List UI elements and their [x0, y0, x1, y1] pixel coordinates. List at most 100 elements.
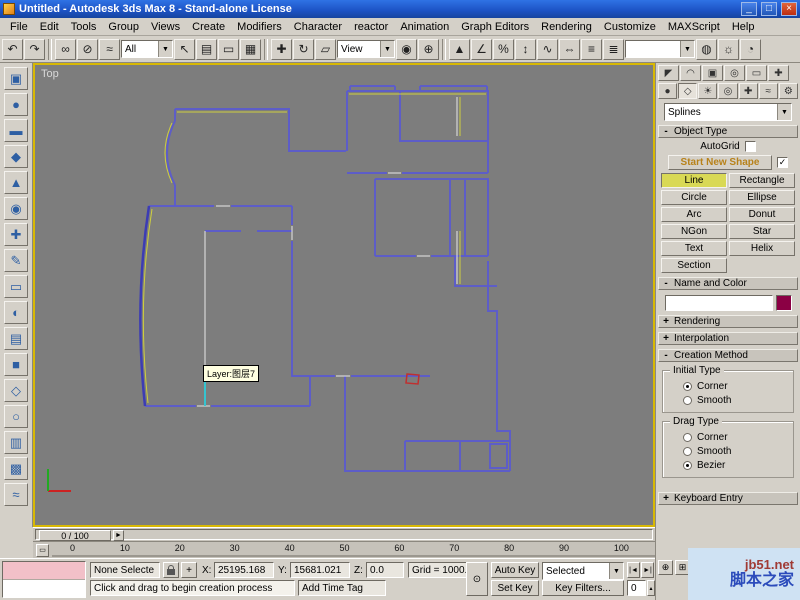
tab-hierarchy[interactable]: ▣	[702, 65, 723, 81]
scale-button[interactable]: ▱	[315, 39, 336, 60]
maximize-button[interactable]: □	[761, 2, 777, 16]
menu-rendering[interactable]: Rendering	[535, 20, 598, 34]
select-by-name-button[interactable]: ▤	[196, 39, 217, 60]
layer-manager-button[interactable]: ≣	[603, 39, 624, 60]
zoom-button[interactable]: ⊕	[658, 560, 673, 575]
key-filters-button[interactable]: Key Filters...	[542, 580, 624, 596]
left-tool-button-16[interactable]: ▩	[4, 457, 28, 480]
material-editor-button[interactable]: ◍	[696, 39, 717, 60]
dropdown-arrow-icon[interactable]: ▼	[680, 41, 694, 57]
rollout-rendering[interactable]: + Rendering	[658, 315, 798, 328]
drag-bezier-option[interactable]: Bezier	[683, 458, 793, 472]
initial-smooth-option[interactable]: Smooth	[683, 393, 793, 407]
line-button[interactable]: Line	[661, 173, 727, 188]
rollout-keyboard-entry[interactable]: + Keyboard Entry	[658, 492, 798, 505]
rollout-interpolation[interactable]: + Interpolation	[658, 332, 798, 345]
category-geometry[interactable]: ●	[658, 83, 677, 99]
menu-help[interactable]: Help	[726, 20, 761, 34]
left-tool-button-3[interactable]: ▬	[4, 119, 28, 142]
left-tool-button-4[interactable]: ◆	[4, 145, 28, 168]
menu-modifiers[interactable]: Modifiers	[231, 20, 288, 34]
set-key-button[interactable]: Set Key	[491, 580, 539, 596]
left-tool-button-5[interactable]: ▲	[4, 171, 28, 194]
angle-snap-button[interactable]: ∠	[471, 39, 492, 60]
align-button[interactable]: ≡	[581, 39, 602, 60]
render-setup-button[interactable]: ☼	[718, 39, 739, 60]
unlink-button[interactable]: ⊘	[77, 39, 98, 60]
manipulate-button[interactable]: ⊕	[418, 39, 439, 60]
curve-editor-button[interactable]: ∿	[537, 39, 558, 60]
select-and-link-button[interactable]: ∞	[55, 39, 76, 60]
menu-graph-editors[interactable]: Graph Editors	[455, 20, 535, 34]
pivot-center-button[interactable]: ◉	[396, 39, 417, 60]
next-frame-button[interactable]: ►|	[641, 562, 654, 578]
helix-button[interactable]: Helix	[729, 241, 795, 256]
object-color-swatch[interactable]	[776, 295, 792, 311]
redo-button[interactable]: ↷	[24, 39, 45, 60]
auto-key-button[interactable]: Auto Key	[491, 562, 539, 578]
dropdown-arrow-icon[interactable]: ▼	[777, 104, 791, 120]
previous-frame-button[interactable]: |◄	[627, 562, 640, 578]
menu-reactor[interactable]: reactor	[348, 20, 394, 34]
menu-customize[interactable]: Customize	[598, 20, 662, 34]
ngon-button[interactable]: NGon	[661, 224, 727, 239]
menu-tools[interactable]: Tools	[65, 20, 103, 34]
object-name-input[interactable]	[665, 295, 773, 311]
left-tool-button-11[interactable]: ▤	[4, 327, 28, 350]
arc-button[interactable]: Arc	[661, 207, 727, 222]
rotate-button[interactable]: ↻	[293, 39, 314, 60]
mini-curve-editor-button[interactable]: ▭	[36, 544, 49, 557]
left-tool-button-9[interactable]: ▭	[4, 275, 28, 298]
radio-icon[interactable]	[683, 461, 692, 470]
section-button[interactable]: Section	[661, 258, 727, 273]
menu-maxscript[interactable]: MAXScript	[662, 20, 726, 34]
donut-button[interactable]: Donut	[729, 207, 795, 222]
initial-corner-option[interactable]: Corner	[683, 379, 793, 393]
menu-edit[interactable]: Edit	[34, 20, 65, 34]
left-tool-button-14[interactable]: ○	[4, 405, 28, 428]
selection-filter-dropdown[interactable]: All ▼	[121, 40, 173, 58]
rollout-object-type[interactable]: - Object Type	[658, 125, 798, 138]
dropdown-arrow-icon[interactable]: ▼	[609, 563, 623, 579]
selection-lock-button[interactable]	[163, 562, 179, 578]
radio-icon[interactable]	[683, 396, 692, 405]
close-button[interactable]: ×	[781, 2, 797, 16]
category-helpers[interactable]: ✚	[739, 83, 758, 99]
menu-character[interactable]: Character	[288, 20, 348, 34]
left-tool-button-1[interactable]: ▣	[4, 67, 28, 90]
left-tool-button-17[interactable]: ≈	[4, 483, 28, 506]
left-tool-button-15[interactable]: ▥	[4, 431, 28, 454]
listener-macro-line[interactable]	[3, 562, 85, 580]
named-selection-sets-dropdown[interactable]: ▼	[625, 40, 695, 58]
dropdown-arrow-icon[interactable]: ▼	[380, 41, 394, 57]
spinner-snap-button[interactable]: ↕	[515, 39, 536, 60]
menu-create[interactable]: Create	[186, 20, 231, 34]
time-slider-track[interactable]: 0 / 100 ►	[35, 529, 653, 540]
absolute-offset-toggle[interactable]: +	[181, 562, 197, 578]
left-tool-button-7[interactable]: ✚	[4, 223, 28, 246]
shape-category-dropdown[interactable]: Splines ▼	[664, 103, 792, 121]
drag-corner-option[interactable]: Corner	[683, 430, 793, 444]
slider-next-frame-button[interactable]: ►	[113, 530, 124, 541]
category-systems[interactable]: ⚙	[779, 83, 798, 99]
z-coordinate-field[interactable]: 0.0	[366, 562, 404, 578]
quick-render-button[interactable]: ◔	[740, 39, 761, 60]
top-viewport[interactable]: Top	[33, 63, 655, 527]
rollout-name-and-color[interactable]: - Name and Color	[658, 277, 798, 290]
left-tool-button-13[interactable]: ◇	[4, 379, 28, 402]
drag-smooth-option[interactable]: Smooth	[683, 444, 793, 458]
star-button[interactable]: Star	[729, 224, 795, 239]
maxscript-mini-listener[interactable]	[2, 561, 86, 598]
current-frame-field[interactable]: 0	[627, 580, 646, 596]
category-lights[interactable]: ☀	[698, 83, 717, 99]
select-object-button[interactable]: ↖	[174, 39, 195, 60]
tab-display[interactable]: ▭	[746, 65, 767, 81]
left-tool-button-6[interactable]: ◉	[4, 197, 28, 220]
bind-to-spacewarp-button[interactable]: ≈	[99, 39, 120, 60]
tab-create[interactable]: ◤	[658, 65, 679, 81]
move-button[interactable]: ✚	[271, 39, 292, 60]
radio-icon[interactable]	[683, 382, 692, 391]
percent-snap-button[interactable]: %	[493, 39, 514, 60]
ellipse-button[interactable]: Ellipse	[729, 190, 795, 205]
reference-coordinate-dropdown[interactable]: View ▼	[337, 40, 395, 58]
